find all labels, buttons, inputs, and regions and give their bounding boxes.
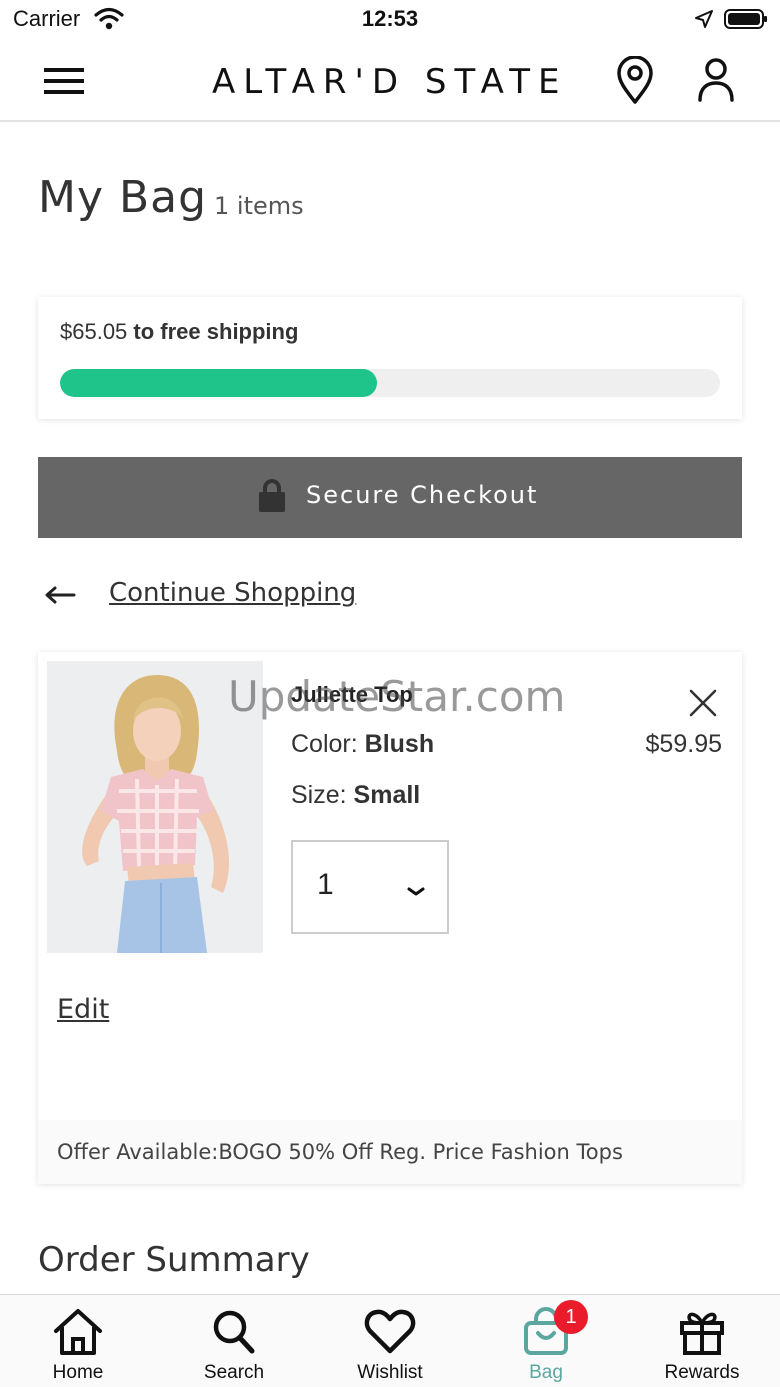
map-pin-icon[interactable] [614, 56, 656, 106]
shipping-progress-bar [60, 369, 720, 397]
bag-count-badge: 1 [554, 1300, 588, 1334]
color-label: Color: [291, 730, 358, 758]
quantity-value: 1 [317, 868, 334, 901]
product-image[interactable] [47, 661, 263, 953]
tab-label: Rewards [664, 1362, 740, 1383]
bottom-tab-bar: Home Search Wishlist 1 Bag Rewards [0, 1294, 780, 1387]
status-time: 12:53 [361, 6, 419, 31]
offer-banner: Offer Available:BOGO 50% Off Reg. Price … [38, 1120, 742, 1184]
secure-checkout-label: Secure Checkout [306, 481, 539, 509]
color-value: Blush [364, 730, 435, 758]
order-summary-title: Order Summary [38, 1240, 310, 1280]
product-size: Size: Small [291, 781, 420, 810]
offer-text: Offer Available:BOGO 50% Off Reg. Price … [57, 1140, 623, 1164]
gift-icon [680, 1312, 724, 1355]
product-photo-illustration [47, 661, 263, 953]
tab-rewards[interactable]: Rewards [624, 1295, 780, 1387]
continue-shopping-link[interactable]: Continue Shopping [102, 578, 356, 608]
free-shipping-message: $65.05 to free shipping [60, 319, 298, 345]
tab-label: Wishlist [357, 1362, 423, 1383]
lock-icon [259, 479, 285, 512]
tab-label: Bag [529, 1362, 563, 1383]
free-shipping-card: $65.05 to free shipping [38, 297, 742, 419]
shipping-text: to free shipping [133, 319, 299, 344]
tab-bag[interactable]: 1 Bag [468, 1295, 624, 1387]
product-price: $59.95 [645, 730, 722, 758]
edit-item-link[interactable]: Edit [57, 994, 109, 1025]
item-count: 1 items [214, 192, 304, 220]
size-label: Size: [291, 781, 347, 809]
page-title: My Bag [38, 172, 208, 223]
back-arrow-icon[interactable] [44, 584, 76, 606]
home-icon [54, 1309, 102, 1355]
battery-icon [724, 9, 767, 29]
cart-item-card: Juliette Top Color: Blush $59.95 Size: S… [38, 652, 742, 1184]
location-arrow-icon [695, 10, 713, 28]
quantity-select[interactable]: 1 [291, 840, 449, 934]
magnifier-icon [213, 1310, 255, 1354]
shipping-amount: $65.05 [60, 319, 128, 344]
heart-icon [364, 1309, 416, 1354]
tab-home[interactable]: Home [0, 1295, 156, 1387]
tab-label: Home [52, 1362, 104, 1383]
brand-logo[interactable]: ALTAR'D STATE [212, 60, 572, 104]
tab-search[interactable]: Search [156, 1295, 312, 1387]
size-value: Small [353, 781, 421, 809]
status-bar: Carrier 12:53 [0, 0, 780, 40]
close-icon[interactable] [688, 688, 718, 718]
chevron-down-icon [407, 887, 425, 896]
product-name[interactable]: Juliette Top [291, 682, 413, 708]
hamburger-menu-icon[interactable] [42, 64, 86, 98]
tab-wishlist[interactable]: Wishlist [312, 1295, 468, 1387]
secure-checkout-button[interactable]: Secure Checkout [38, 457, 742, 538]
shipping-progress-fill [60, 369, 377, 397]
tab-label: Search [203, 1362, 265, 1383]
app-header: ALTAR'D STATE [0, 40, 780, 122]
product-color: Color: Blush [291, 730, 434, 759]
person-icon[interactable] [694, 56, 738, 104]
